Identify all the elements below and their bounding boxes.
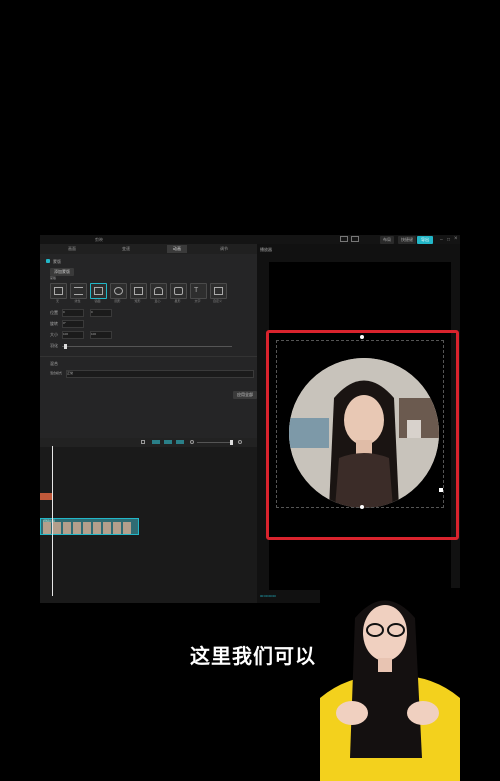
maximize-icon[interactable]: □	[447, 237, 450, 243]
tab-speed[interactable]: 变速	[122, 246, 130, 252]
layout-icon[interactable]	[351, 236, 359, 242]
clip-thumbnail	[123, 522, 131, 534]
zoom-in-icon[interactable]	[238, 440, 242, 444]
mask-caption: 自定义	[212, 299, 222, 303]
mask-option-linear[interactable]	[70, 283, 87, 299]
star-icon	[174, 287, 183, 295]
size-height-field[interactable]: 100	[90, 331, 112, 339]
timeline: 视频片段	[40, 438, 257, 603]
video-clip[interactable]: 视频片段	[40, 518, 139, 535]
mask-caption: 文字	[194, 299, 201, 303]
highlight-box	[266, 330, 459, 540]
clip-thumbnail	[93, 522, 101, 534]
clip-thumbnail	[103, 522, 111, 534]
panel-tabs: 画面 变速 动画 调节	[40, 244, 257, 254]
rotation-field[interactable]: 0°	[62, 320, 84, 328]
clip-thumbnail	[73, 522, 81, 534]
rectangle-icon	[134, 287, 143, 295]
heart-icon	[154, 287, 163, 295]
linear-icon	[74, 287, 83, 295]
link-icon[interactable]	[164, 440, 172, 444]
pen-icon	[214, 287, 223, 295]
clip-thumbnail	[43, 522, 51, 534]
export-button[interactable]: 导出	[417, 236, 433, 244]
clip-thumbnail	[63, 522, 71, 534]
mask-caption: 矩形	[134, 299, 141, 303]
timecode: 00:00:00:00	[260, 594, 276, 598]
minimize-icon[interactable]: –	[440, 237, 443, 243]
none-icon	[54, 287, 63, 295]
layout-button[interactable]: 布局	[380, 236, 394, 244]
clip-thumbnail	[53, 522, 61, 534]
field-label: 大小	[50, 332, 58, 337]
mask-caption: 线性	[74, 299, 81, 303]
field-label: 位置	[50, 310, 58, 315]
size-width-field[interactable]: 100	[62, 331, 84, 339]
position-x-field[interactable]: 0	[62, 309, 84, 317]
position-y-field[interactable]: 0	[90, 309, 112, 317]
mask-option-none[interactable]	[50, 283, 67, 299]
title-bar: 菜单 文件 编辑 帮助 剪辑 素材库 剪映 布局 快捷键 导出 – □ ×	[40, 235, 460, 251]
field-label: 旋转	[50, 321, 58, 326]
mask-option-mirror[interactable]	[90, 283, 107, 299]
clip-thumbnail	[83, 522, 91, 534]
subtitle-caption: 这里我们可以	[190, 646, 316, 668]
property-panel: 画面 变速 动画 调节 蒙版 添加蒙版 蒙版 T 无 线性 镜面 圆形 矩形 爱…	[40, 244, 257, 450]
feather-slider-handle[interactable]	[64, 344, 67, 349]
mask-caption: 无	[55, 299, 59, 303]
mask-option-circle[interactable]	[110, 283, 127, 299]
add-mask-button[interactable]: 添加蒙版	[50, 268, 74, 276]
audio-track-marker[interactable]	[40, 493, 52, 500]
mask-option-custom[interactable]	[210, 283, 227, 299]
divider	[40, 356, 257, 357]
zoom-out-icon[interactable]	[190, 440, 194, 444]
playhead[interactable]	[52, 446, 53, 596]
tab-adjust[interactable]: 调节	[220, 246, 228, 252]
zoom-slider[interactable]	[197, 442, 233, 443]
shortcut-button[interactable]: 快捷键	[398, 236, 416, 244]
circle-icon	[114, 287, 123, 295]
select-icon[interactable]	[141, 440, 145, 444]
mask-option-heart[interactable]	[150, 283, 167, 299]
snap-icon[interactable]	[152, 440, 160, 444]
mirror-icon	[94, 287, 103, 295]
text-icon: T	[194, 287, 199, 294]
presenter-image	[320, 588, 460, 781]
window-title: 剪映	[95, 237, 103, 242]
feather-slider[interactable]	[62, 346, 232, 347]
tab-picture[interactable]: 画面	[68, 246, 76, 252]
blend-section-title: 混合	[50, 361, 58, 366]
preview-axis-icon[interactable]	[176, 440, 184, 444]
mask-caption: 圆形	[114, 299, 121, 303]
mask-option-text[interactable]: T	[190, 283, 207, 299]
feather-label: 羽化	[50, 343, 58, 348]
apply-all-button[interactable]: 应用全部	[233, 391, 257, 399]
clip-thumbnail	[113, 522, 121, 534]
mask-caption: 爱心	[154, 299, 161, 303]
monitor-icon[interactable]	[340, 236, 348, 242]
checkbox-icon[interactable]	[46, 259, 50, 263]
tab-animation[interactable]: 动画	[167, 245, 187, 253]
mask-label: 蒙版	[50, 276, 57, 280]
zoom-slider-handle[interactable]	[230, 440, 233, 445]
mask-section-title: 蒙版	[53, 259, 61, 264]
blend-mode-label: 混合模式	[50, 371, 63, 375]
mask-caption: 星形	[174, 299, 181, 303]
close-icon[interactable]: ×	[454, 236, 458, 242]
timeline-toolbar	[40, 438, 257, 447]
mask-option-rect[interactable]	[130, 283, 147, 299]
mask-option-star[interactable]	[170, 283, 187, 299]
player-title: 播放器	[260, 247, 272, 252]
mask-caption: 镜面	[94, 299, 101, 303]
blend-mode-select[interactable]: 正常	[66, 370, 254, 378]
